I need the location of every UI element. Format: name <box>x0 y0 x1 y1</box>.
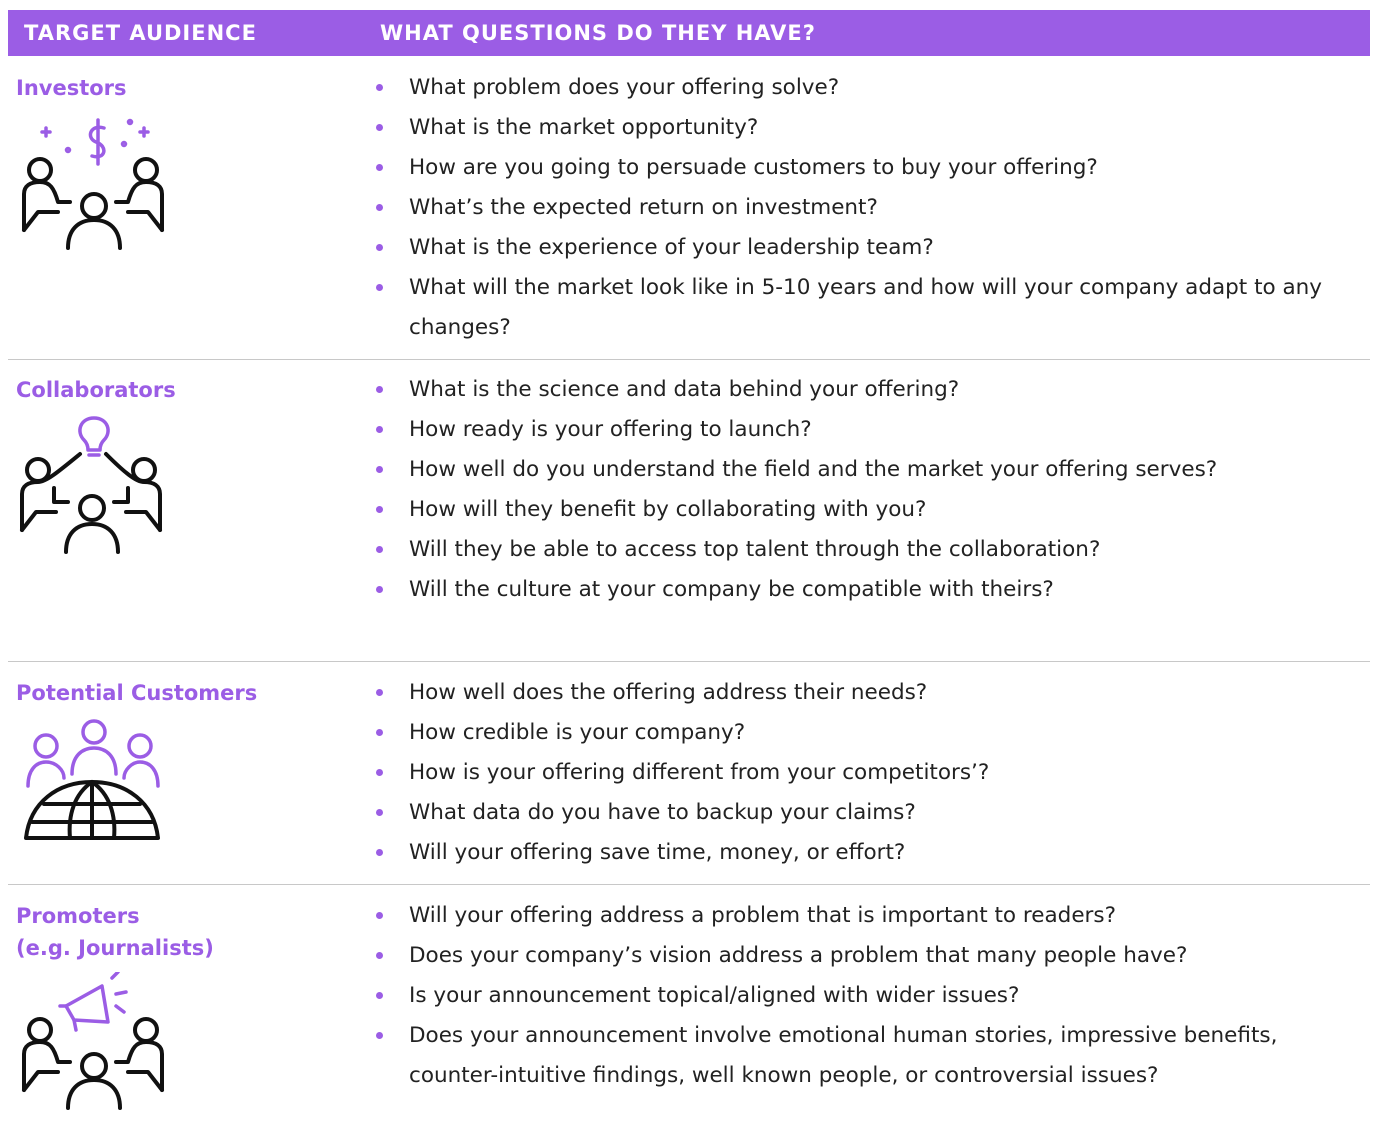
audience-investors: Investors <box>16 76 127 100</box>
audience-collaborators: Collaborators <box>16 378 176 402</box>
row-divider <box>8 884 1370 885</box>
list-item: How will they benefit by collaborating w… <box>372 490 1369 530</box>
investors-questions: What problem does your offering solve? W… <box>372 68 1369 348</box>
list-item: Will the culture at your company be comp… <box>372 570 1369 610</box>
list-item: Will your offering address a problem tha… <box>372 896 1369 936</box>
list-item: How is your offering different from your… <box>372 753 1369 793</box>
list-item: How well do you understand the field and… <box>372 450 1369 490</box>
list-item: Is your announcement topical/aligned wit… <box>372 976 1369 1016</box>
list-item: What problem does your offering solve? <box>372 68 1369 108</box>
customers-globe-icon <box>22 718 167 847</box>
list-item: How ready is your offering to launch? <box>372 410 1369 450</box>
promoters-megaphone-icon <box>18 970 168 1116</box>
list-item: What data do you have to backup your cla… <box>372 793 1369 833</box>
audience-promoters: Promoters (e.g. Journalists) <box>16 900 214 964</box>
table-header: TARGET AUDIENCE WHAT QUESTIONS DO THEY H… <box>8 10 1370 56</box>
audience-promoters-line1: Promoters <box>16 904 140 928</box>
list-item: What’s the expected return on investment… <box>372 188 1369 228</box>
list-item: Does your announcement involve emotional… <box>372 1016 1369 1096</box>
header-target-audience: TARGET AUDIENCE <box>24 21 257 45</box>
audience-potential-customers: Potential Customers <box>16 681 258 705</box>
list-item: Will your offering save time, money, or … <box>372 833 1369 873</box>
list-item: What is the experience of your leadershi… <box>372 228 1369 268</box>
list-item: What will the market look like in 5-10 y… <box>372 268 1369 348</box>
row-divider <box>8 661 1370 662</box>
audience-promoters-line2: (e.g. Journalists) <box>16 936 214 960</box>
row-divider <box>8 359 1370 360</box>
list-item: Will they be able to access top talent t… <box>372 530 1369 570</box>
list-item: What is the science and data behind your… <box>372 370 1369 410</box>
customers-questions: How well does the offering address their… <box>372 673 1369 873</box>
collaborators-questions: What is the science and data behind your… <box>372 370 1369 610</box>
list-item: Does your company’s vision address a pro… <box>372 936 1369 976</box>
list-item: How well does the offering address their… <box>372 673 1369 713</box>
collaborators-lightbulb-icon <box>18 414 168 563</box>
list-item: How are you going to persuade customers … <box>372 148 1369 188</box>
investors-meeting-dollar-icon <box>18 112 168 256</box>
promoters-questions: Will your offering address a problem tha… <box>372 896 1369 1096</box>
header-questions: WHAT QUESTIONS DO THEY HAVE? <box>380 21 816 45</box>
list-item: How credible is your company? <box>372 713 1369 753</box>
list-item: What is the market opportunity? <box>372 108 1369 148</box>
